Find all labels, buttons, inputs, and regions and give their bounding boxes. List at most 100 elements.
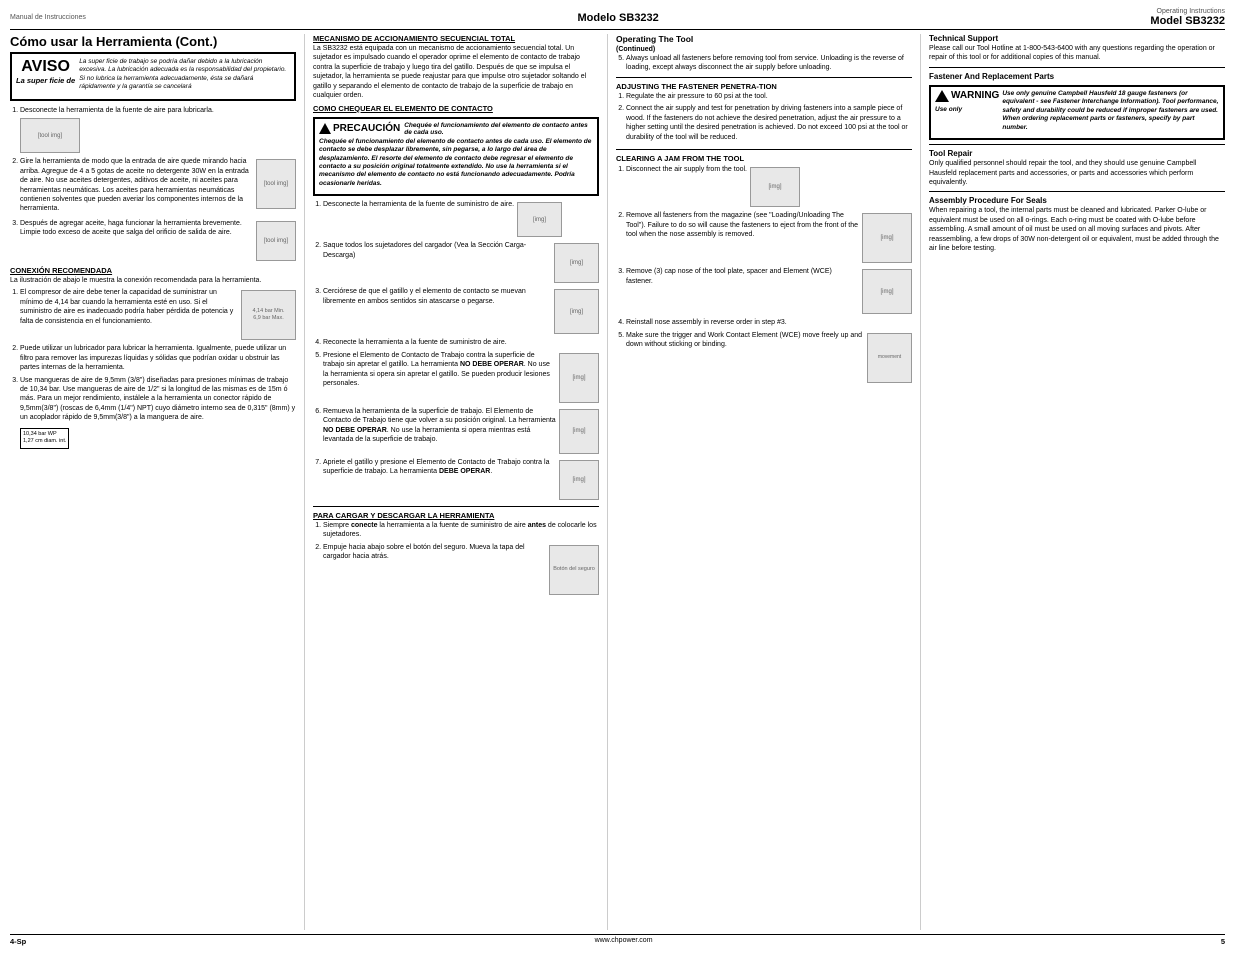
mecanismo-text: La SB3232 está equipada con un mecanismo… [313, 44, 599, 101]
mecanismo-title: MECANISMO DE ACCIONAMIENTO SECUENCIAL TO… [313, 34, 599, 43]
mid-divider [313, 506, 599, 507]
step3-image: [tool img] [256, 221, 296, 261]
adjusting-step-1: Regulate the air pressure to 60 psi at t… [626, 92, 912, 101]
right-area: Operating The Tool (Continued) Always un… [616, 34, 1225, 930]
chequear-step-7: Apriete el gatillo y presione el Element… [323, 458, 599, 502]
chequear-step6-text: Remueva la herramienta de la superficie … [323, 407, 556, 445]
clearing-step1-text: Disconnect the air supply from the tool. [626, 165, 747, 174]
pressure-max: 6,9 bar Max. [252, 315, 284, 322]
boton-seguro-label: Botón del seguro [553, 566, 595, 573]
technical-text: Please call our Tool Hotline at 1-800-54… [929, 44, 1225, 63]
clearing-step3-text: Remove (3) cap nose of the tool plate, s… [626, 267, 859, 286]
chequear-step4-text: Reconecte la herramienta a la fuente de … [323, 338, 599, 347]
chequear-step7-text: Apriete el gatillo y presione el Element… [323, 458, 556, 477]
movement-label: movement [878, 354, 901, 361]
clearing-step-5: Make sure the trigger and Work Contact E… [626, 331, 912, 385]
clearing-step5-image: movement [867, 333, 912, 383]
cargar-step1-text: Siempre conecte la herramienta a la fuen… [323, 521, 599, 540]
left-section-title: Cómo usar la Herramienta (Cont.) [10, 34, 296, 49]
chequear-step5-image: [img] [559, 353, 599, 403]
chequear-step-6: Remueva la herramienta de la superficie … [323, 407, 599, 456]
assembly-text: When repairing a tool, the internal part… [929, 206, 1225, 253]
chequear-step-5: Presione el Elemento de Contacto de Trab… [323, 351, 599, 405]
chequear-step6-image: [img] [559, 409, 599, 454]
cargar-step2-image: Botón del seguro [549, 545, 599, 595]
clearing-steps-list: Disconnect the air supply from the tool.… [616, 165, 912, 384]
assembly-divider [929, 191, 1225, 192]
warning-text: Use only genuine Campbell Hausfeld 18 ga… [1002, 90, 1219, 132]
chequear-step3-image: [img] [554, 289, 599, 334]
right-right-column: Technical Support Please call our Tool H… [929, 34, 1225, 930]
chequear-step7-image: [img] [559, 460, 599, 500]
chequear-step-4: Reconecte la herramienta a la fuente de … [323, 338, 599, 347]
bottom-left-page: 4-Sp [10, 937, 26, 946]
page-container: Manual de Instrucciones Modelo SB3232 Op… [0, 0, 1235, 954]
precaucion-body: Chequée el funcionamiento del elemento d… [319, 138, 593, 189]
operating-step-5: Always unload all fasteners before remov… [626, 54, 912, 73]
conexion-step-1: El compresor de aire debe tener la capac… [20, 288, 296, 342]
clearing-step5-image-area: movement [867, 331, 912, 385]
clearing-step5-text: Make sure the trigger and Work Contact E… [626, 331, 864, 350]
precaucion-box: PRECAUCIÓN Chequée el funcionamiento del… [313, 117, 599, 197]
chequear-step-2: Saque todos los sujetadores del cargador… [323, 241, 599, 285]
top-center-title: Modelo SB3232 [86, 12, 1151, 24]
conexion-title: CONEXIÓN RECOMENDADA [10, 266, 296, 275]
aviso-box: AVISO La super ficie de La super ficie d… [10, 52, 296, 101]
step1-text: Desconecte la herramienta de la fuente d… [20, 106, 214, 115]
cargar-step2-image-area: Botón del seguro [549, 543, 599, 597]
operating-title: Operating The Tool [616, 34, 912, 44]
tool-repair-text: Only qualified personnel should repair t… [929, 159, 1225, 187]
fastener-divider [929, 67, 1225, 68]
assembly-title: Assembly Procedure For Seals [929, 196, 1225, 205]
left-step-2: Gire la herramienta de modo que la entra… [20, 157, 296, 217]
top-bar: Manual de Instrucciones Modelo SB3232 Op… [10, 8, 1225, 30]
cargar-step-1: Siempre conecte la herramienta a la fuen… [323, 521, 599, 540]
chequear-step2-text: Saque todos los sujetadores del cargador… [323, 241, 551, 260]
chequear-step-1: Desconecte la herramienta de la fuente d… [323, 200, 599, 239]
gauge-sub: 1,27 cm diam. int. [23, 438, 66, 444]
clearing-step-4: Reinstall nose assembly in reverse order… [626, 318, 912, 327]
adjusting-steps-list: Regulate the air pressure to 60 psi at t… [616, 92, 912, 145]
clearing-step2-text: Remove all fasteners from the magazine (… [626, 211, 859, 239]
left-steps-list: Desconecte la herramienta de la fuente d… [10, 106, 296, 263]
precaucion-header: PRECAUCIÓN [319, 123, 400, 134]
aviso-text: La super ficie de trabajo se podría daña… [79, 58, 290, 92]
clearing-step4-text: Reinstall nose assembly in reverse order… [626, 318, 912, 327]
warning-title-text: WARNING [951, 90, 999, 101]
tool-repair-divider [929, 144, 1225, 145]
clearing-step1-image: [img] [750, 167, 800, 207]
fastener-title: Fastener And Replacement Parts [929, 72, 1225, 81]
tool-repair-title: Tool Repair [929, 149, 1225, 158]
chequear-step1-image: [img] [517, 202, 562, 237]
cargar-title: PARA CARGAR Y DESCARGAR LA HERRAMIENTA [313, 511, 599, 520]
warning-header: WARNING [935, 90, 999, 102]
operating-step5-text: Always unload all fasteners before remov… [626, 54, 912, 73]
top-left-label: Manual de Instrucciones [10, 14, 86, 21]
clearing-divider [616, 149, 912, 150]
warning-use-only: Use only [935, 106, 962, 113]
conexion-text: La ilustración de abajo le muestra la co… [10, 276, 296, 285]
conexion-step1-text: El compresor de aire debe tener la capac… [20, 288, 237, 326]
clearing-step-1: Disconnect the air supply from the tool.… [626, 165, 912, 209]
warning-triangle-icon [935, 90, 949, 102]
chequear-step1-text: Desconecte la herramienta de la fuente d… [323, 200, 514, 209]
operating-continued: (Continued) [616, 46, 912, 53]
adjusting-step2-text: Connect the air supply and test for pene… [626, 104, 912, 142]
bottom-right-page: 5 [1221, 937, 1225, 946]
conexion-step-2: Puede utilizar un lubricador para lubric… [20, 344, 296, 372]
adjusting-step1-text: Regulate the air pressure to 60 psi at t… [626, 92, 912, 101]
chequear-steps-list: Desconecte la herramienta de la fuente d… [313, 200, 599, 501]
aviso-title: AVISO [16, 58, 75, 76]
precaucion-title-text: PRECAUCIÓN [333, 123, 400, 134]
right-left-column: Operating The Tool (Continued) Always un… [616, 34, 921, 930]
chequear-title: COMO CHEQUEAR EL ELEMENTO DE CONTACTO [313, 104, 599, 113]
conexion-step3-text: Use mangueras de aire de 9,5mm (3/8") di… [20, 376, 296, 423]
clearing-step-2: Remove all fasteners from the magazine (… [626, 211, 912, 265]
left-column: Cómo usar la Herramienta (Cont.) AVISO L… [10, 34, 305, 930]
step3-text: Después de agregar aceite, haga funciona… [20, 219, 253, 238]
cargar-step-2: Empuje hacia abajo sobre el botón del se… [323, 543, 599, 597]
gauge-label-box: 10,34 bar WP 1,27 cm diam. int. [20, 428, 69, 449]
technical-title: Technical Support [929, 34, 1225, 43]
clearing-title: CLEARING A JAM FROM THE TOOL [616, 154, 912, 163]
warning-icon-area: WARNING Use only [935, 90, 999, 113]
